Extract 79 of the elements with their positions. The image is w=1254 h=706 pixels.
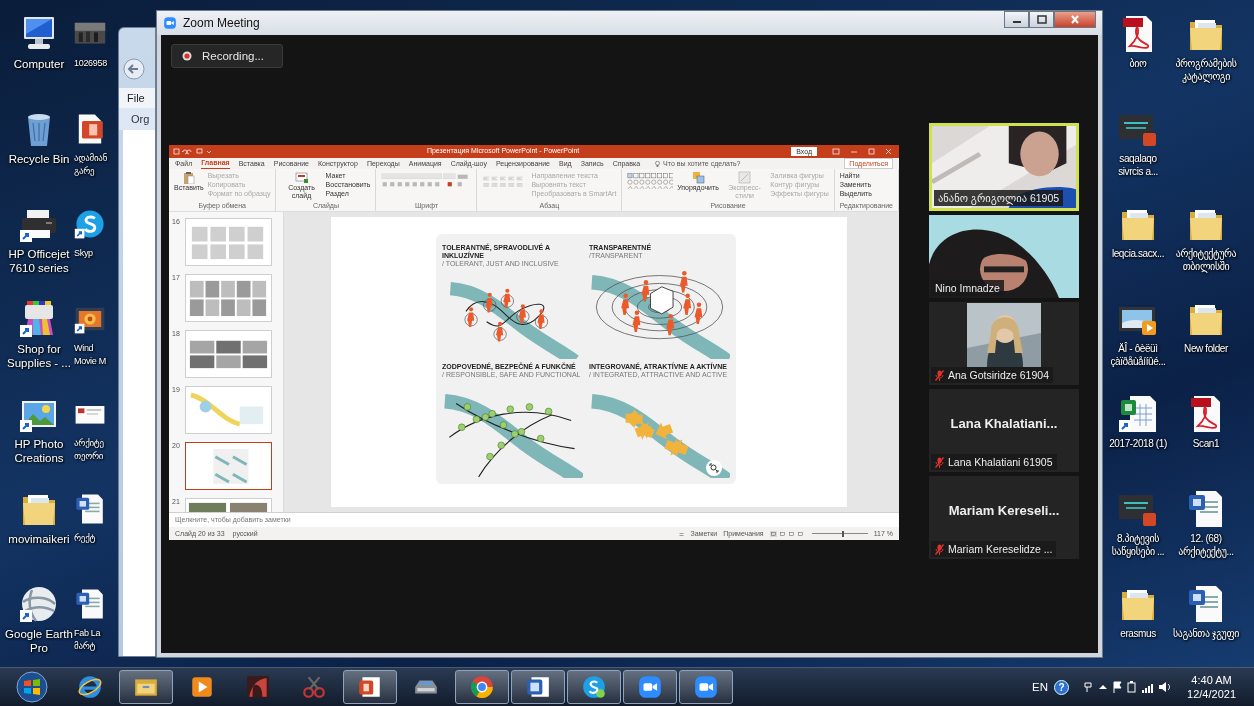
icon-label: 8.პიტევის საწყისები ... (1111, 532, 1165, 558)
icon-label: movimaikeri (8, 532, 70, 546)
icon-label: leqcia.sacx... (1111, 247, 1165, 260)
minimize-button[interactable] (1004, 11, 1029, 28)
icon-label: პროგრამების კატალოგი (1175, 57, 1237, 83)
skype-icon (581, 674, 607, 700)
icon-label: ადამიან გარე (74, 152, 108, 178)
recording-indicator[interactable]: Recording... (171, 44, 283, 68)
arch-icon (245, 674, 271, 700)
chrome-icon (469, 674, 495, 700)
icon-label: 2017-2018 (1) (1109, 437, 1167, 450)
window-title: Zoom Meeting (183, 16, 260, 30)
globe-icon[interactable] (19, 584, 59, 624)
name-label: Lana Khalatiani 61905 (931, 454, 1057, 470)
participant-name: Lana Khalatiani... (950, 416, 1058, 431)
name-label: Ana Gotsiridze 61904 (931, 367, 1053, 383)
icon-label: Wind Movie M (74, 342, 106, 368)
maximize-button[interactable] (1029, 11, 1054, 28)
icon-label: saqalaqo sivrcis a... (1118, 152, 1158, 178)
icon-label: New folder (1184, 342, 1228, 355)
participant-tile[interactable]: ანანო გრიგოლია 61905 (929, 123, 1079, 211)
icon-label: Fab La მარტ (74, 627, 101, 653)
name-label: ანანო გრიგოლია 61905 (934, 190, 1064, 206)
taskbar-button[interactable] (567, 670, 621, 704)
play-icon (189, 674, 215, 700)
menu-item[interactable]: File (119, 88, 155, 108)
help-button[interactable]: ? (1054, 679, 1070, 695)
participant-tile[interactable]: Nino Imnadze (929, 215, 1079, 298)
name-label: Nino Imnadze (931, 280, 1004, 296)
lightbulb-icon (655, 160, 661, 167)
participant-tile[interactable]: Ana Gotsiridze 61904 (929, 302, 1079, 385)
taskbar-button[interactable] (623, 670, 677, 704)
icon-label: საგანთა ჯგუფი (1172, 627, 1240, 640)
taskbar-button[interactable] (119, 670, 173, 704)
presentation-app-icon (357, 674, 383, 700)
video-camera-icon (163, 16, 177, 30)
language-indicator[interactable]: EN (1032, 681, 1049, 693)
icon-label: Shop for Supplies - ... (7, 342, 71, 370)
participant-name: Mariam Kereseli... (948, 503, 1060, 518)
icon-label: 1026958 (74, 57, 107, 70)
browser-icon (77, 674, 103, 700)
icon-label: erasmus (1120, 627, 1156, 640)
icon-label: 12. (68) არქიტექტუ... (1178, 532, 1234, 558)
icon-label: Scan1 (1192, 437, 1220, 450)
slide-thumbnail[interactable] (185, 441, 272, 490)
icon-label: არქიტექტურა თბილისში (1175, 247, 1237, 273)
icon-label: Computer (13, 57, 65, 71)
icon-label: HP Photo Creations (14, 437, 64, 465)
word-app-icon (525, 674, 551, 700)
close-icon (1070, 15, 1080, 24)
view-buttons-drawing[interactable] (769, 530, 806, 537)
icon-label: Skyp (74, 247, 93, 260)
taskbar-button[interactable] (343, 670, 397, 704)
close-button[interactable] (1054, 11, 1096, 28)
icon-label: ბიო (1129, 57, 1147, 70)
icon-label: HP Officejet 7610 series (8, 247, 70, 275)
taskbar-button[interactable] (455, 670, 509, 704)
taskbar-button[interactable] (679, 670, 733, 704)
participant-tile[interactable]: Lana Khalatiani... Lana Khalatiani 61905 (929, 389, 1079, 472)
toolbar-button[interactable]: Org (119, 108, 155, 130)
video-camera-icon (693, 674, 719, 700)
icon-label: ÄÎ - ôèëüì çàïðåùåííûé... (1110, 342, 1166, 368)
icon-label: არქიტე თეორი (74, 437, 104, 463)
notes-icon (679, 531, 685, 537)
icon-label: რექტ (74, 532, 96, 545)
participant-tile[interactable]: Mariam Kereseli... Mariam Kereselidze ... (929, 476, 1079, 559)
video-camera-icon (637, 674, 663, 700)
scissors-icon (301, 674, 327, 700)
image-search-icon[interactable] (706, 459, 722, 476)
icon-label: Recycle Bin (8, 152, 70, 166)
spreadsheet-file-icon[interactable] (1118, 394, 1158, 434)
name-label: Mariam Kereselidze ... (931, 541, 1057, 557)
clock-date[interactable]: 12/4/2021 (1187, 687, 1236, 701)
taskbar-button[interactable] (511, 670, 565, 704)
stacked-squares-icon (691, 171, 705, 185)
clock-time[interactable]: 4:40 AM (1191, 673, 1232, 687)
icon-label: Google Earth Pro (5, 627, 73, 655)
record-icon (182, 51, 192, 61)
maximize-icon (1036, 15, 1047, 24)
